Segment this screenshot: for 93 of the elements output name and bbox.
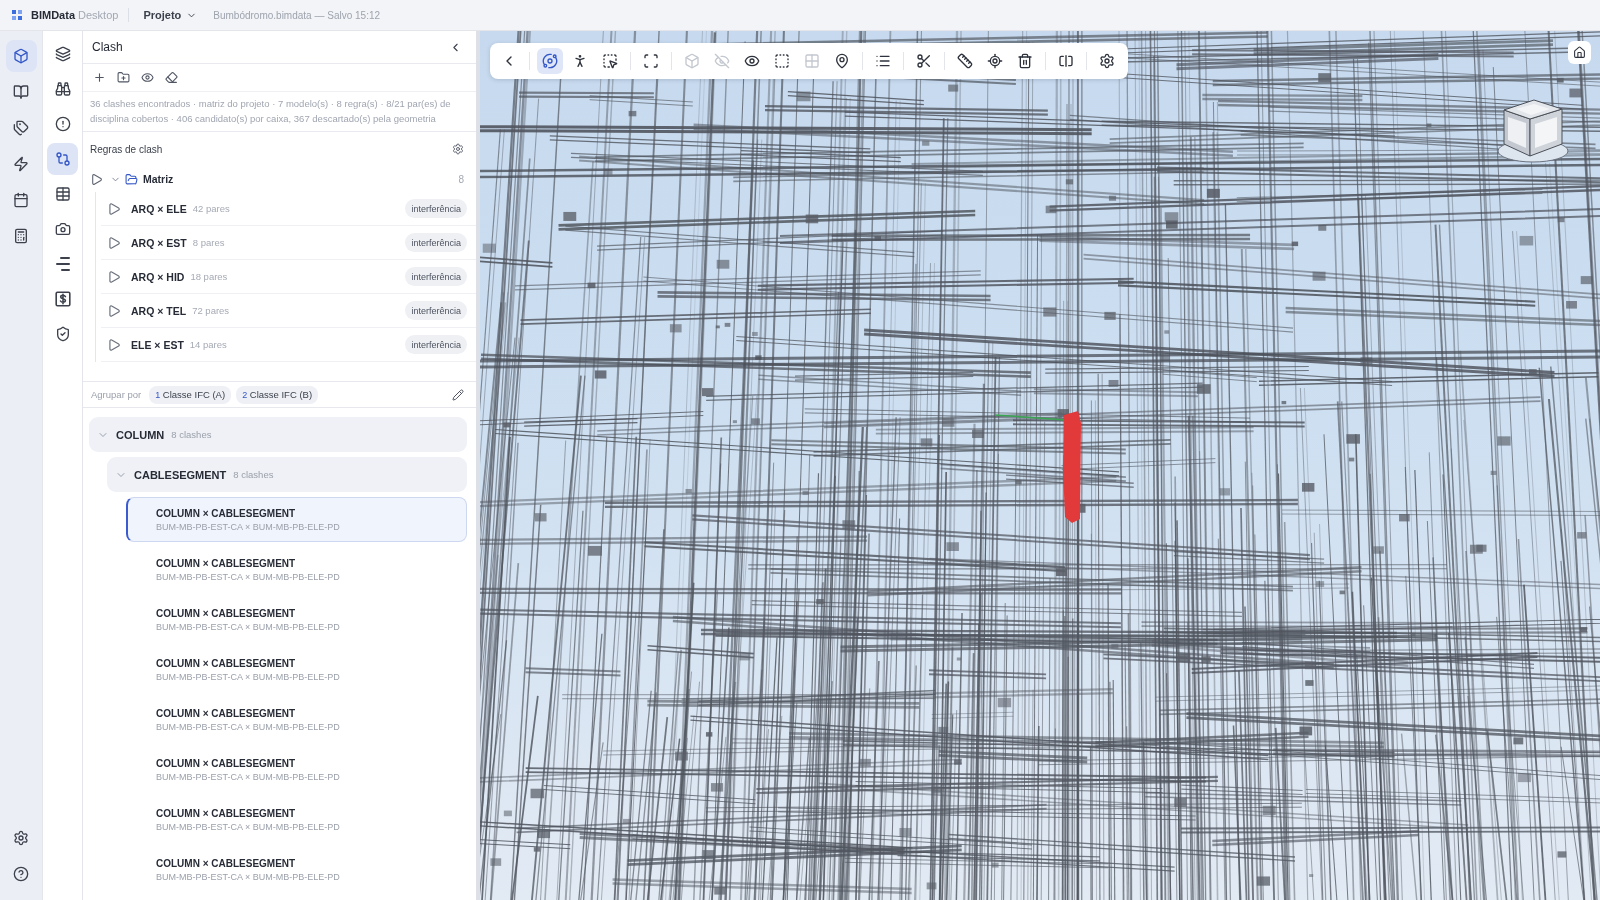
model-view-button[interactable] [5,40,37,72]
group-header[interactable]: CABLESEGMENT 8 clashes [107,457,467,492]
group-name: CABLESEGMENT [134,468,227,481]
shield-check-icon [54,326,71,342]
app-name: BIMData [31,9,75,21]
home-button[interactable] [1568,41,1591,64]
rule-name: ARQ × TEL [131,304,187,317]
clash-button[interactable] [47,143,78,175]
clash-item[interactable]: COLUMN × CABLESEGMENT BUM-MB-PB-EST-CA × BUM-MB-PB-ELE-PD [126,747,467,792]
rule-type-tag: interferência [405,335,467,354]
clash-title: COLUMN × CABLESEGMENT [156,757,297,769]
camera-icon [54,221,71,237]
clash-item[interactable]: COLUMN × CABLESEGMENT BUM-MB-PB-EST-CA × BUM-MB-PB-ELE-PD [126,847,467,892]
clash-summary: 36 clashes encontrados · matriz do projeto · 7 modelo(s) · 8 regra(s) · 8/21 par(es) de disciplina cobertos · 406 candidato(s) por caixa, 367 descartado(s) pela geometria [83,91,476,132]
rule-type-tag: interferência [405,199,467,218]
clash-title: COLUMN × CABLESEGMENT [156,557,297,569]
clash-title: COLUMN × CABLESEGMENT [156,707,297,719]
folder-open-icon [125,172,138,186]
table-icon [54,186,71,202]
clash-title: COLUMN × CABLESEGMENT [156,657,297,669]
lines-icon [54,256,71,272]
settings-icon [13,830,29,846]
rule-name: ARQ × EST [131,236,187,249]
clash-models: BUM-MB-PB-EST-CA × BUM-MB-PB-ELE-PD [156,671,341,682]
rule-type-tag: interferência [405,267,467,286]
dollar-box-icon [54,291,71,307]
pair-count: 14 pares [189,339,227,350]
settings-icon[interactable] [452,143,464,155]
clash-models: BUM-MB-PB-EST-CA × BUM-MB-PB-ELE-PD [156,771,341,782]
clash-item[interactable]: COLUMN × CABLESEGMENT BUM-MB-PB-EST-CA × BUM-MB-PB-ELE-PD [126,647,467,692]
orbit-button[interactable] [537,48,563,74]
play-icon[interactable] [107,303,121,318]
group-name: COLUMN [116,428,165,441]
folder-name: Matriz [143,173,174,185]
rule-count: 8 [458,173,464,185]
pair-count: 8 pares [192,237,225,248]
section-title: Regras de clash [90,143,163,155]
plus-icon[interactable] [93,71,106,84]
play-icon[interactable] [107,235,121,250]
clash-title: COLUMN × CABLESEGMENT [156,857,297,869]
rule-name: ARQ × HID [131,270,185,283]
nodes-arrows-icon [54,151,71,167]
calculator-icon [13,228,29,244]
play-icon[interactable] [107,337,121,352]
group-header[interactable]: COLUMN 8 clashes [89,417,467,452]
cube-icon [13,48,29,64]
clash-models: BUM-MB-PB-EST-CA × BUM-MB-PB-ELE-PD [156,721,341,732]
clash-count: 8 clashes [233,469,274,480]
home-icon [1573,46,1586,59]
clash-title: COLUMN × CABLESEGMENT [156,507,297,519]
document-status: Bumbódromo.bimdata — Salvo 15:12 [213,9,381,21]
tags-icon [13,120,29,136]
panel-title: Clash [92,40,123,54]
rule-type-tag: interferência [405,301,467,320]
eye-icon[interactable] [141,71,154,84]
clash-models: BUM-MB-PB-EST-CA × BUM-MB-PB-ELE-PD [156,571,341,582]
clash-item[interactable]: COLUMN × CABLESEGMENT BUM-MB-PB-EST-CA × BUM-MB-PB-ELE-PD [126,547,467,592]
grouping-chip[interactable]: 2 Classe IFC (B) [236,385,319,404]
pair-count: 18 pares [190,271,228,282]
exclamation-circle-icon [54,116,71,132]
clash-count: 8 clashes [171,429,212,440]
clash-item[interactable]: COLUMN × CABLESEGMENT BUM-MB-PB-EST-CA × BUM-MB-PB-ELE-PD [126,597,467,642]
clash-item[interactable]: COLUMN × CABLESEGMENT BUM-MB-PB-EST-CA × BUM-MB-PB-ELE-PD [126,797,467,842]
pencil-icon[interactable] [452,388,464,401]
help-icon [13,866,29,882]
binoculars-icon [54,81,71,97]
rule-name: ELE × EST [131,338,184,351]
clash-models: BUM-MB-PB-EST-CA × BUM-MB-PB-ELE-PD [156,821,341,832]
open-book-icon [13,84,29,100]
clash-title: COLUMN × CABLESEGMENT [156,607,297,619]
folder-plus-icon[interactable] [117,71,130,84]
clash-models: BUM-MB-PB-EST-CA × BUM-MB-PB-ELE-PD [156,521,341,532]
calendar-icon [13,192,29,208]
group-by-label: Agrupar por [91,389,142,400]
project-menu-button[interactable]: Projeto [139,7,202,23]
grouping-chip[interactable]: 1 Classe IFC (A) [149,385,232,404]
lightning-icon [13,156,29,172]
play-icon[interactable] [107,201,121,216]
clash-item[interactable]: COLUMN × CABLESEGMENT BUM-MB-PB-EST-CA × BUM-MB-PB-ELE-PD [126,497,467,542]
pair-count: 42 pares [192,203,230,214]
clash-models: BUM-MB-PB-EST-CA × BUM-MB-PB-ELE-PD [156,621,341,632]
clash-item[interactable]: COLUMN × CABLESEGMENT BUM-MB-PB-EST-CA × BUM-MB-PB-ELE-PD [126,697,467,742]
pair-count: 72 pares [192,305,230,316]
clash-models: BUM-MB-PB-EST-CA × BUM-MB-PB-ELE-PD [156,871,341,882]
layers-icon [54,46,71,62]
logo-icon [12,10,22,20]
play-icon[interactable] [107,269,121,284]
app-edition: Desktop [78,9,119,21]
clash-title: COLUMN × CABLESEGMENT [156,807,297,819]
play-icon[interactable] [90,172,103,186]
eraser-icon[interactable] [165,71,178,84]
rule-name: ARQ × ELE [131,202,187,215]
rule-type-tag: interferência [405,233,467,252]
